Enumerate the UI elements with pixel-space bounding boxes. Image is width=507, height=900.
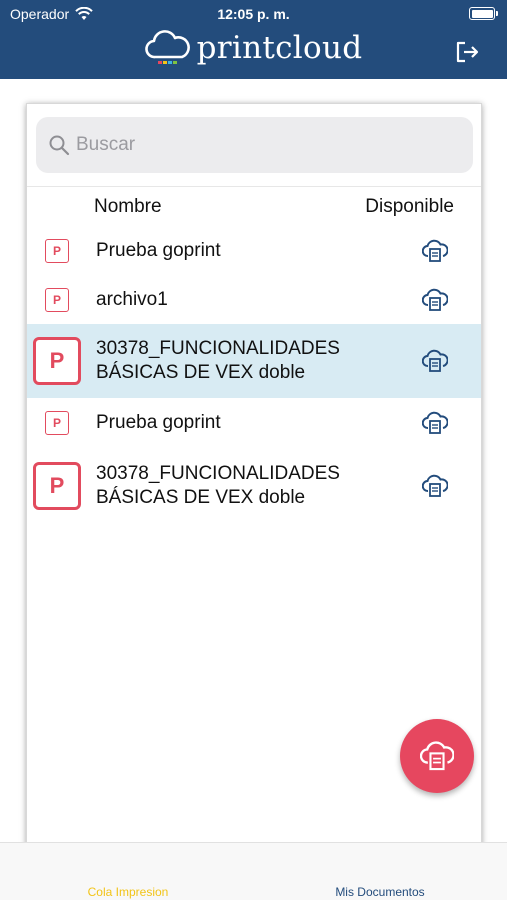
- file-name: Prueba goprint: [96, 412, 221, 433]
- brand-name: printcloud: [196, 30, 363, 66]
- file-name: 30378_FUNCIONALIDADES BÁSICAS DE VEX dob…: [96, 338, 340, 383]
- pdf-file-icon: P: [45, 239, 69, 263]
- cloud-print-icon[interactable]: [422, 474, 448, 498]
- column-header-name: Nombre: [94, 196, 162, 217]
- clock: 12:05 p. m.: [217, 6, 290, 22]
- file-row-selected[interactable]: P 30378_FUNCIONALIDADES BÁSICAS DE VEX d…: [27, 324, 481, 398]
- status-bar: Operador 12:05 p. m.: [0, 0, 507, 28]
- cloud-logo-icon: [144, 30, 190, 64]
- cloud-print-icon[interactable]: [422, 288, 448, 312]
- brand-logo: printcloud: [0, 30, 507, 66]
- print-fab-button[interactable]: [400, 719, 474, 793]
- file-row[interactable]: P 30378_FUNCIONALIDADES BÁSICAS DE VEX d…: [27, 448, 481, 524]
- pdf-file-icon: P: [33, 337, 81, 385]
- search-input[interactable]: [76, 134, 436, 156]
- logout-icon[interactable]: [455, 40, 481, 64]
- file-row[interactable]: P Prueba goprint: [27, 226, 481, 276]
- column-header-available: Disponible: [365, 196, 454, 217]
- file-name: 30378_FUNCIONALIDADES BÁSICAS DE VEX dob…: [96, 463, 340, 508]
- cloud-print-icon[interactable]: [422, 411, 448, 435]
- file-name: archivo1: [96, 289, 168, 310]
- file-row[interactable]: P Prueba goprint: [27, 398, 481, 448]
- divider: [27, 186, 481, 187]
- file-name: Prueba goprint: [96, 240, 221, 261]
- cloud-print-icon: [420, 741, 454, 771]
- tab-my-documents[interactable]: Mis Documentos: [320, 885, 440, 899]
- bottom-tab-bar: Cola Impresion Mis Documentos: [0, 842, 507, 900]
- battery-icon: [469, 7, 498, 20]
- cloud-print-icon[interactable]: [422, 349, 448, 373]
- cloud-print-icon[interactable]: [422, 239, 448, 263]
- app-header: Operador 12:05 p. m. printcloud: [0, 0, 507, 79]
- pdf-file-icon: P: [33, 462, 81, 510]
- tab-print-queue[interactable]: Cola Impresion: [72, 885, 184, 899]
- file-row[interactable]: P archivo1: [27, 276, 481, 324]
- pdf-file-icon: P: [45, 288, 69, 312]
- search-bar[interactable]: [36, 117, 473, 173]
- pdf-file-icon: P: [45, 411, 69, 435]
- search-icon: [49, 135, 70, 156]
